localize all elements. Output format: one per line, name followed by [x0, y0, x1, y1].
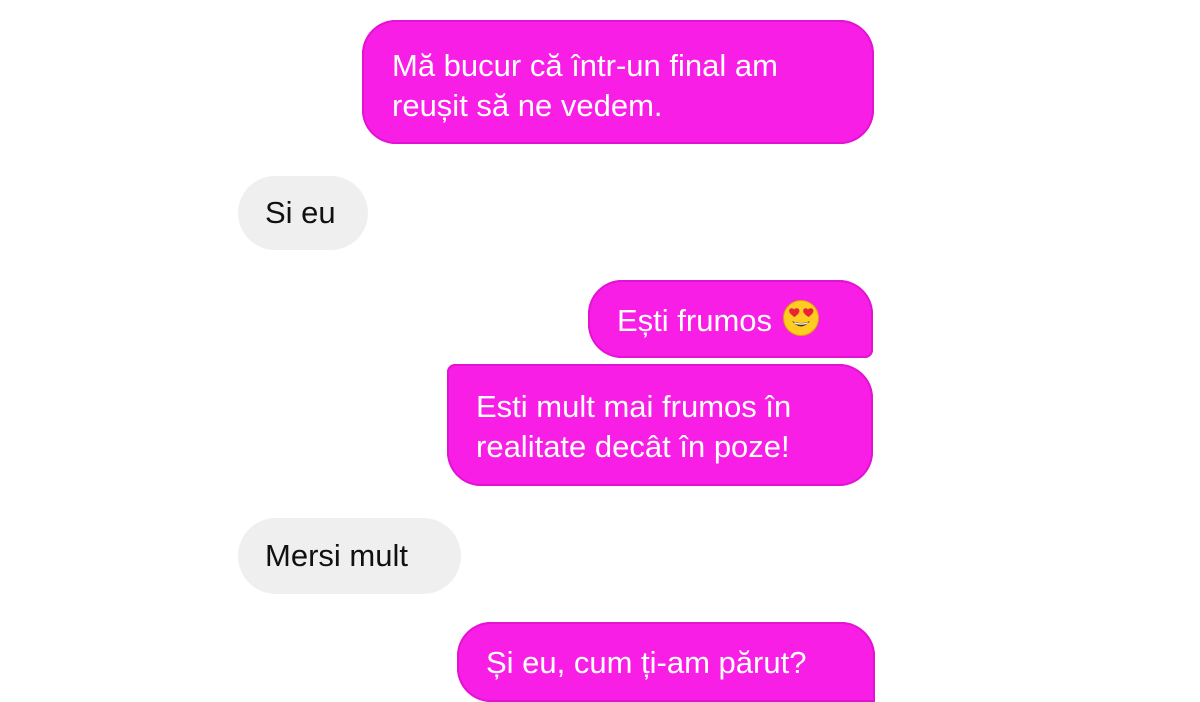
message-text-line: Ești frumos — [617, 303, 773, 338]
message-text-line: Si eu — [265, 195, 336, 230]
message-text-line: Mersi mult — [265, 538, 408, 573]
sent-message-bubble[interactable]: Mă bucur că într-un final am reușit să n… — [362, 20, 874, 144]
received-message-bubble[interactable]: Mersi mult — [238, 518, 461, 594]
received-message-bubble[interactable]: Si eu — [238, 176, 368, 250]
sent-message-bubble[interactable]: Și eu, cum ți-am părut? — [457, 622, 875, 702]
message-text-line: realitate decât în poze! — [476, 429, 790, 464]
heart-eyes-emoji-icon — [782, 300, 819, 336]
sent-message-bubble[interactable]: Ești frumos — [588, 280, 873, 358]
message-text-line: Esti mult mai frumos în — [476, 389, 792, 424]
chat-thread: Mă bucur că într-un final am reușit să n… — [0, 0, 1200, 702]
message-text-line: Și eu, cum ți-am părut? — [486, 645, 807, 680]
sent-message-bubble[interactable]: Esti mult mai frumos în realitate decât … — [447, 364, 873, 486]
message-text-line: reușit să ne vedem. — [392, 88, 663, 123]
message-text-line: Mă bucur că într-un final am — [392, 48, 778, 83]
